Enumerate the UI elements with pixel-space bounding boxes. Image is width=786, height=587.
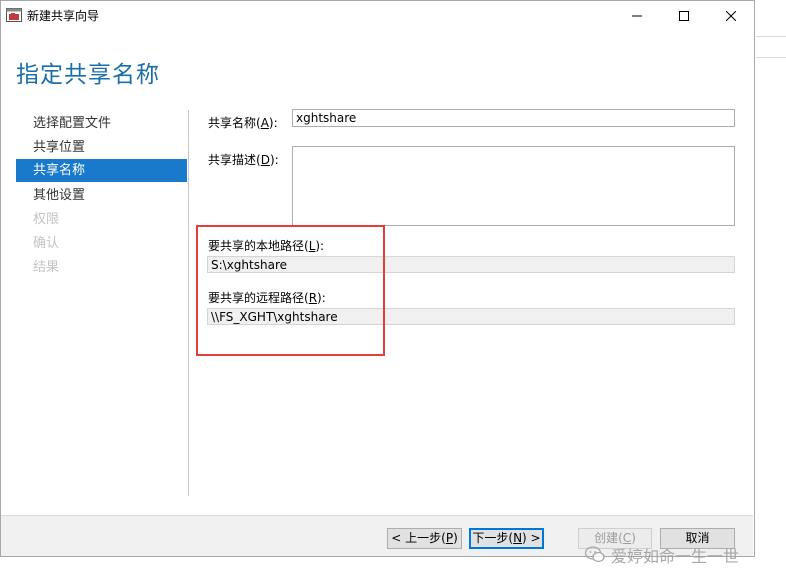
previous-button[interactable]: < 上一步(P): [387, 528, 462, 549]
watermark: 爱婷如命一生一世: [585, 543, 739, 567]
watermark-text: 爱婷如命一生一世: [611, 547, 740, 566]
maximize-button[interactable]: [661, 1, 707, 30]
share-folder-app-icon: [6, 8, 22, 22]
minimize-icon: [632, 15, 642, 16]
nav-divider: [188, 110, 189, 496]
highlight-annotation-box: [196, 225, 385, 356]
background-divider-top: [756, 36, 786, 37]
page-title: 指定共享名称: [16, 62, 160, 88]
nav-item-confirm: 确认: [33, 236, 60, 251]
close-icon: [726, 10, 736, 21]
nav-item-select-profile[interactable]: 选择配置文件: [16, 112, 187, 135]
close-button[interactable]: [708, 1, 754, 30]
window-title: 新建共享向导: [27, 9, 100, 23]
next-button[interactable]: 下一步(N) >: [469, 528, 544, 549]
nav-item-results: 结果: [33, 260, 60, 275]
maximize-icon: [679, 10, 689, 21]
nav-item-other-settings[interactable]: 其他设置: [16, 184, 187, 207]
nav-item-share-location[interactable]: 共享位置: [16, 136, 187, 159]
wechat-icon: [585, 546, 605, 563]
share-name-label: 共享名称(A):: [208, 116, 278, 130]
minimize-button[interactable]: [614, 1, 660, 30]
nav-item-permissions: 权限: [33, 212, 60, 227]
nav-item-share-name[interactable]: 共享名称: [16, 159, 187, 182]
background-divider-bottom: [756, 57, 786, 58]
share-description-label: 共享描述(D):: [208, 153, 279, 167]
share-description-textarea[interactable]: [292, 146, 735, 226]
share-name-input[interactable]: xghtshare: [292, 109, 735, 127]
